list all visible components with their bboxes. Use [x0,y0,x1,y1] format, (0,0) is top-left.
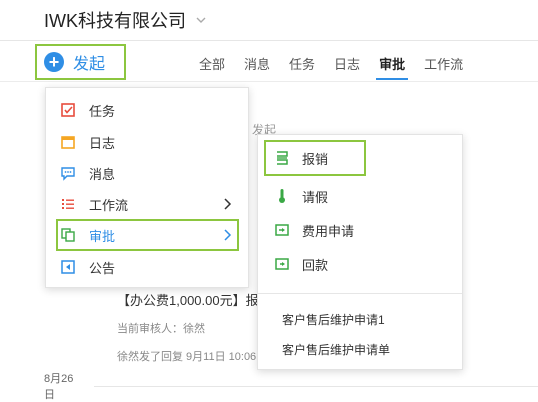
tab-tasks[interactable]: 任务 [289,54,315,74]
tab-messages[interactable]: 消息 [244,54,270,74]
submenu-item-label: 请假 [302,189,329,205]
date-label: 8月26日 [44,373,74,401]
submenu-item-payment-return[interactable]: 回款 [258,249,462,279]
submenu-divider [258,293,462,294]
feed-item-title[interactable]: 【办公费1,000.00元】报销 [117,290,272,309]
company-name: IWK科技有限公司 [44,11,186,31]
announcement-icon [60,259,76,275]
submenu-item-label: 报销 [302,151,329,167]
menu-item-workflow[interactable]: 工作流 [46,188,248,220]
approval-submenu: 报销 请假 费用申请 回款 客户售后维护申请1 客户售后维护申请单 [257,134,463,370]
message-icon [60,165,76,181]
menu-item-label: 工作流 [89,197,129,213]
menu-item-label: 审批 [89,228,116,244]
approval-icon [60,227,76,243]
tab-logs[interactable]: 日志 [334,54,360,74]
date-separator: 8月26日 [44,370,538,402]
feed-item-reviewer: 当前审核人：徐然 [117,323,205,335]
submenu-custom-item[interactable]: 客户售后维护申请1 [282,311,385,328]
submenu-item-reimburse[interactable]: 报销 [264,140,366,176]
task-icon [60,102,76,118]
menu-item-task[interactable]: 任务 [46,94,248,126]
chevron-down-icon [196,17,206,23]
date-rule [94,385,538,387]
expense-icon [274,222,290,238]
list-icon [60,196,76,212]
tab-approval[interactable]: 审批 [376,54,409,80]
submenu-item-leave[interactable]: 请假 [258,181,462,211]
submenu-item-expense[interactable]: 费用申请 [258,215,462,245]
menu-item-approval[interactable]: 审批 [56,219,239,251]
menu-item-announcement[interactable]: 公告 [46,251,248,283]
chevron-right-icon [224,198,232,210]
submenu-item-label: 费用申请 [302,223,355,239]
header-divider [0,40,538,41]
feed-item-reply: 徐然发了回复 9月11日 10:06 [117,351,257,363]
menu-item-message[interactable]: 消息 [46,157,248,189]
menu-item-label: 消息 [89,166,116,182]
plus-icon: + [44,52,64,72]
launch-menu: 任务 日志 消息 工作流 审批 公告 [45,87,249,288]
menu-item-label: 任务 [89,103,116,119]
tabs-divider [0,81,538,82]
submenu-item-label: 回款 [302,257,329,273]
payment-return-icon [274,256,290,272]
tab-all[interactable]: 全部 [199,54,225,74]
menu-item-log[interactable]: 日志 [46,126,248,158]
company-selector[interactable]: IWK科技有限公司 [44,8,206,32]
tab-workflow[interactable]: 工作流 [424,54,463,74]
chevron-right-icon [224,229,232,241]
submenu-custom-item[interactable]: 客户售后维护申请单 [282,341,390,358]
launch-label: 发起 [73,56,106,73]
reimburse-icon [274,150,290,166]
launch-button[interactable]: + 发起 [35,44,126,80]
feed-tabs: 全部 消息 任务 日志 审批 工作流 [199,54,482,80]
menu-item-label: 公告 [89,260,116,276]
menu-item-label: 日志 [89,135,116,151]
thermometer-icon [274,188,290,204]
calendar-icon [60,134,76,150]
